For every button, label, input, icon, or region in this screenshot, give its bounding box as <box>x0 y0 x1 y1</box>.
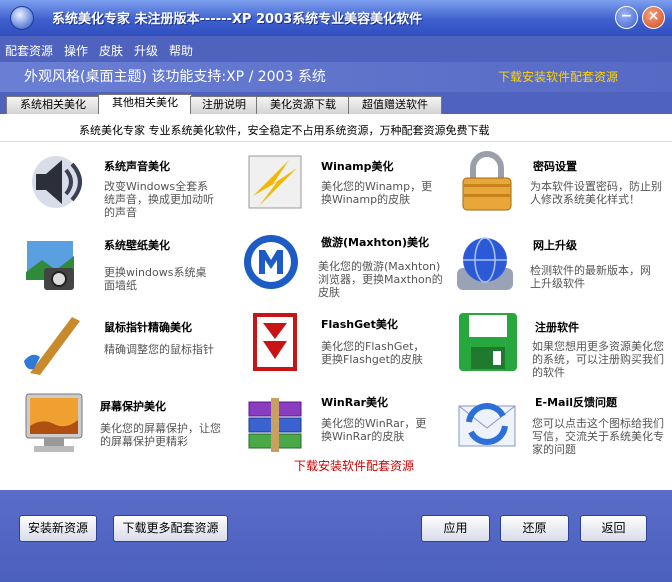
description-text: 系统美化专家 专业系统美化软件，安全稳定不占用系统资源，万种配套资源免费下载 <box>79 124 490 137</box>
item-title: FlashGet美化 <box>321 318 398 331</box>
item-text: 更换windows系统桌面墙纸 <box>104 266 207 292</box>
minimize-button[interactable]: − <box>615 6 638 29</box>
item-register[interactable]: 注册软件 如果您想用更多资源美化您的系统，可以注册购买我们的软件 <box>455 311 670 391</box>
lock-icon <box>462 151 512 211</box>
email-icon <box>458 403 516 447</box>
globe-icon <box>457 237 513 290</box>
item-title: 系统壁纸美化 <box>104 239 170 252</box>
item-title: Winamp美化 <box>321 160 394 173</box>
menu-help[interactable]: 帮助 <box>169 42 193 59</box>
item-title: 注册软件 <box>535 321 579 334</box>
item-title: WinRar美化 <box>321 396 389 409</box>
close-button[interactable]: × <box>642 6 665 29</box>
item-password[interactable]: 密码设置 为本软件设置密码，防止别人修改系统美化样式！ <box>455 150 670 230</box>
bottom-download-link[interactable]: 下载安装软件配套资源 <box>294 457 414 474</box>
item-text: 美化您的WinRar，更换WinRar的皮肤 <box>321 417 427 443</box>
item-text: 美化您的FlashGet，更换Flashget的皮肤 <box>321 340 425 366</box>
theme-bar: 外观风格(桌面主题) 该功能支持:XP / 2003 系统 下载安装软件配套资源 <box>0 62 672 92</box>
wallpaper-icon <box>25 239 75 290</box>
brush-icon <box>24 317 80 375</box>
flashget-icon <box>253 313 297 371</box>
menu-skin[interactable]: 皮肤 <box>99 42 123 59</box>
monitor-icon <box>25 393 83 452</box>
item-text: 美化您的屏幕保护，让您的屏幕保护更精彩 <box>100 422 221 448</box>
tab-gift[interactable]: 超值赠送软件 <box>348 96 442 114</box>
item-title: 密码设置 <box>533 160 577 173</box>
item-text: 您可以点击这个图标给我们写信，交流关于系统美化专家的问题 <box>532 417 664 456</box>
item-upgrade[interactable]: 网上升级 检测软件的最新版本，网上升级软件 <box>455 232 670 312</box>
apply-button[interactable]: 应用 <box>421 515 490 542</box>
tab-other[interactable]: 其他相关美化 <box>98 94 192 115</box>
tab-system[interactable]: 系统相关美化 <box>6 96 100 114</box>
item-title: 屏幕保护美化 <box>100 400 166 413</box>
item-title: 傲游(Maxhton)美化 <box>321 236 429 249</box>
menu-upgrade[interactable]: 升级 <box>134 42 158 59</box>
item-email[interactable]: E-Mail反馈问题 您可以点击这个图标给我们写信，交流关于系统美化专家的问题 <box>455 392 670 472</box>
maxthon-icon <box>244 235 298 289</box>
winamp-icon <box>248 155 302 209</box>
item-text: 美化您的傲游(Maxhton)浏览器，更换Maxthon的皮肤 <box>318 260 443 299</box>
download-more-button[interactable]: 下载更多配套资源 <box>113 515 228 542</box>
tab-register[interactable]: 注册说明 <box>190 96 258 114</box>
theme-label: 外观风格(桌面主题) 该功能支持:XP / 2003 系统 <box>24 69 326 85</box>
item-winamp[interactable]: Winamp美化 美化您的Winamp，更换Winamp的皮肤 <box>243 150 458 230</box>
item-screensaver[interactable]: 屏幕保护美化 美化您的屏幕保护，让您的屏幕保护更精彩 <box>22 392 237 472</box>
menu-resources[interactable]: 配套资源 <box>5 42 53 59</box>
app-window: 系统美化专家 未注册版本------XP 2003系统专业美容美化软件 − × … <box>0 0 672 582</box>
app-icon[interactable] <box>10 6 34 30</box>
install-resources-button[interactable]: 安装新资源 <box>19 515 97 542</box>
footer-bar <box>0 490 672 582</box>
item-sound[interactable]: 系统声音美化 改变Windows全套系统声音，换成更加动听的声音 <box>22 150 237 230</box>
title-bar[interactable]: 系统美化专家 未注册版本------XP 2003系统专业美容美化软件 − × <box>0 0 672 36</box>
item-wallpaper[interactable]: 系统壁纸美化 更换windows系统桌面墙纸 <box>22 232 237 312</box>
divider <box>0 141 672 142</box>
item-text: 美化您的Winamp，更换Winamp的皮肤 <box>321 180 433 206</box>
download-resources-link[interactable]: 下载安装软件配套资源 <box>498 68 618 85</box>
menu-bar: 配套资源 操作 皮肤 升级 帮助 <box>0 40 672 60</box>
tab-strip: 系统相关美化 其他相关美化 注册说明 美化资源下载 超值赠送软件 <box>0 94 672 115</box>
item-text: 如果您想用更多资源美化您的系统，可以注册购买我们的软件 <box>532 340 664 379</box>
item-title: 系统声音美化 <box>104 160 170 173</box>
winrar-icon <box>248 398 302 452</box>
item-text: 为本软件设置密码，防止别人修改系统美化样式！ <box>530 180 662 206</box>
floppy-icon <box>459 313 517 371</box>
back-button[interactable]: 返回 <box>580 515 647 542</box>
window-title: 系统美化专家 未注册版本------XP 2003系统专业美容美化软件 <box>52 12 423 27</box>
item-maxthon[interactable]: 傲游(Maxhton)美化 美化您的傲游(Maxhton)浏览器，更换Maxth… <box>243 232 458 312</box>
item-text: 改变Windows全套系统声音，换成更加动听的声音 <box>104 180 214 219</box>
item-text: 检测软件的最新版本，网上升级软件 <box>530 264 651 290</box>
item-title: 鼠标指针精确美化 <box>104 321 192 334</box>
menu-operation[interactable]: 操作 <box>64 42 88 59</box>
item-title: E-Mail反馈问题 <box>535 396 617 409</box>
tab-download[interactable]: 美化资源下载 <box>256 96 350 114</box>
item-cursor[interactable]: 鼠标指针精确美化 精确调整您的鼠标指针 <box>22 311 237 391</box>
speaker-icon <box>32 156 82 208</box>
item-text: 精确调整您的鼠标指针 <box>104 343 214 356</box>
item-flashget[interactable]: FlashGet美化 美化您的FlashGet，更换Flashget的皮肤 <box>243 311 458 391</box>
item-title: 网上升级 <box>533 239 577 252</box>
restore-button[interactable]: 还原 <box>500 515 569 542</box>
